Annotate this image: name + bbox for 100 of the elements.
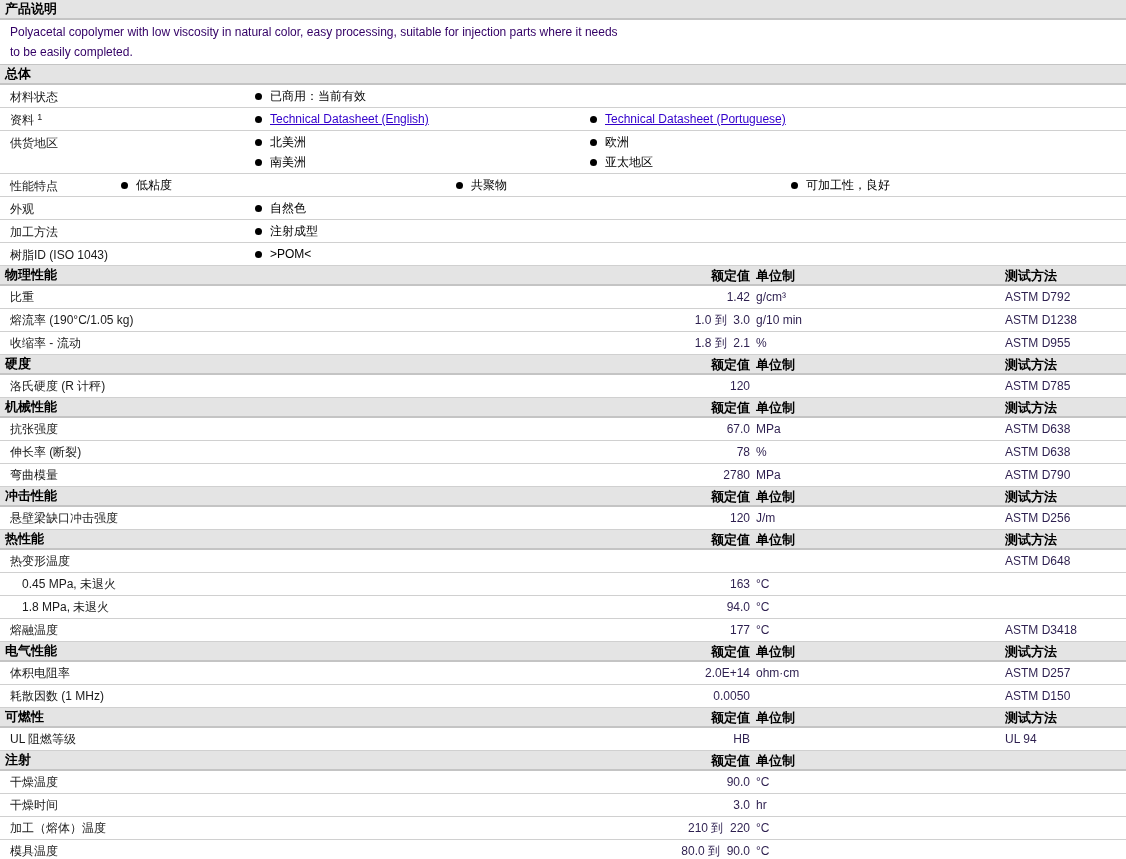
bullet-icon [255, 138, 262, 146]
nominal-value: 3.0 [733, 798, 750, 812]
bullet-icon [590, 138, 597, 146]
property-label: 弯曲模量 [10, 468, 58, 482]
column-heading: 额定值 [711, 710, 750, 725]
section-title: 物理性能 [4, 266, 58, 285]
datasheet-link[interactable]: Technical Datasheet (English) [270, 110, 429, 128]
test-method: ASTM D1238 [1005, 313, 1078, 327]
test-method: ASTM D648 [1005, 554, 1071, 568]
unit: ohm·cm [756, 666, 800, 680]
test-method: UL 94 [1005, 732, 1037, 746]
property-value: 已商用：当前有效 [270, 88, 366, 105]
bullet-icon [791, 181, 798, 189]
bullet-icon [255, 250, 262, 258]
unit: °C [756, 844, 770, 858]
property-label: 伸长率 (断裂) [10, 445, 82, 459]
property-label: 体积电阻率 [10, 666, 70, 680]
unit: g/cm³ [756, 290, 786, 304]
test-method: ASTM D955 [1005, 336, 1071, 350]
property-value: 自然色 [270, 200, 306, 217]
property-value: 注射成型 [270, 223, 318, 240]
column-heading: 测试方法 [1005, 644, 1057, 659]
property-value: 南美洲 [270, 154, 306, 171]
column-heading: 额定值 [711, 532, 750, 547]
property-label: 熔融温度 [10, 623, 58, 637]
property-label: 悬壁梁缺口冲击强度 [10, 511, 118, 525]
unit: MPa [756, 468, 781, 482]
unit: °C [756, 577, 770, 591]
column-heading: 单位制 [756, 268, 795, 283]
column-heading: 单位制 [756, 710, 795, 725]
unit: °C [756, 821, 770, 835]
nominal-value: 2780 [723, 468, 750, 482]
nominal-value: 120 [729, 511, 750, 525]
property-label: 资料 $^{1}$ [10, 113, 43, 127]
nominal-value: 80.0 到 90.0 [681, 844, 750, 858]
property-label: 1.8 MPa, 未退火 [22, 600, 110, 614]
section-title: 冲击性能 [4, 487, 58, 506]
property-label: 模具温度 [10, 844, 58, 858]
unit: g/10 min [756, 313, 803, 327]
section-title: 硬度 [4, 355, 32, 374]
property-value: 亚太地区 [605, 154, 653, 171]
column-heading: 单位制 [756, 753, 795, 768]
unit: °C [756, 600, 770, 614]
column-heading: 单位制 [756, 644, 795, 659]
property-label: 供货地区 [10, 136, 58, 150]
test-method: ASTM D638 [1005, 422, 1071, 436]
nominal-value: 78 [736, 445, 750, 459]
column-heading: 额定值 [711, 268, 750, 283]
unit: °C [756, 775, 770, 789]
property-label: 耗散因数 (1 MHz) [10, 689, 104, 703]
test-method: ASTM D3418 [1005, 623, 1078, 637]
property-label: 0.45 MPa, 未退火 [22, 577, 117, 591]
column-heading: 测试方法 [1005, 532, 1057, 547]
section-title: 注射 [4, 751, 32, 770]
column-heading: 测试方法 [1005, 357, 1057, 372]
unit: % [756, 336, 767, 350]
property-label: 性能特点 [10, 179, 58, 193]
column-heading: 额定值 [711, 357, 750, 372]
column-heading: 额定值 [711, 753, 750, 768]
nominal-value: 2.0E+14 [704, 666, 750, 680]
section-title: 总体 [3, 65, 32, 84]
nominal-value: 163 [729, 577, 750, 591]
property-label: 洛氏硬度 (R 计秤) [10, 379, 106, 393]
nominal-value: 210 到 220 [687, 821, 750, 835]
property-label: 加工方法 [10, 225, 58, 239]
column-heading: 单位制 [756, 400, 795, 415]
property-label: 加工（熔体）温度 [10, 821, 106, 835]
property-label: 树脂ID (ISO 1043) [10, 248, 109, 262]
bullet-icon [590, 115, 597, 123]
nominal-value: 1.0 到 3.0 [694, 313, 750, 327]
bullet-icon [121, 181, 128, 189]
datasheet-link[interactable]: Technical Datasheet (Portuguese) [605, 110, 786, 128]
nominal-value: 67.0 [726, 422, 750, 436]
nominal-value: 0.0050 [713, 689, 750, 703]
test-method: ASTM D792 [1005, 290, 1071, 304]
bullet-icon [255, 158, 262, 166]
property-value: 低粘度 [136, 177, 172, 194]
bullet-icon [255, 227, 262, 235]
nominal-value: 94.0 [726, 600, 750, 614]
column-heading: 额定值 [711, 644, 750, 659]
test-method: ASTM D257 [1005, 666, 1071, 680]
column-heading: 测试方法 [1005, 710, 1057, 725]
test-method: ASTM D785 [1005, 379, 1071, 393]
nominal-value: 120 [729, 379, 750, 393]
nominal-value: HB [733, 732, 750, 746]
property-label: 材料状态 [10, 90, 58, 104]
nominal-value: 1.8 到 2.1 [694, 336, 750, 350]
column-heading: 单位制 [756, 357, 795, 372]
column-heading: 测试方法 [1005, 268, 1057, 283]
section-title: 机械性能 [3, 398, 58, 417]
bullet-icon [456, 181, 463, 189]
property-value: >POM< [270, 246, 312, 263]
unit: % [756, 445, 767, 459]
property-value: 可加工性，良好 [806, 177, 890, 194]
column-heading: 额定值 [711, 489, 750, 504]
unit: MPa [756, 422, 781, 436]
property-value: 欧洲 [605, 134, 629, 151]
column-heading: 单位制 [756, 532, 795, 547]
unit: °C [756, 623, 770, 637]
bullet-icon [590, 158, 597, 166]
